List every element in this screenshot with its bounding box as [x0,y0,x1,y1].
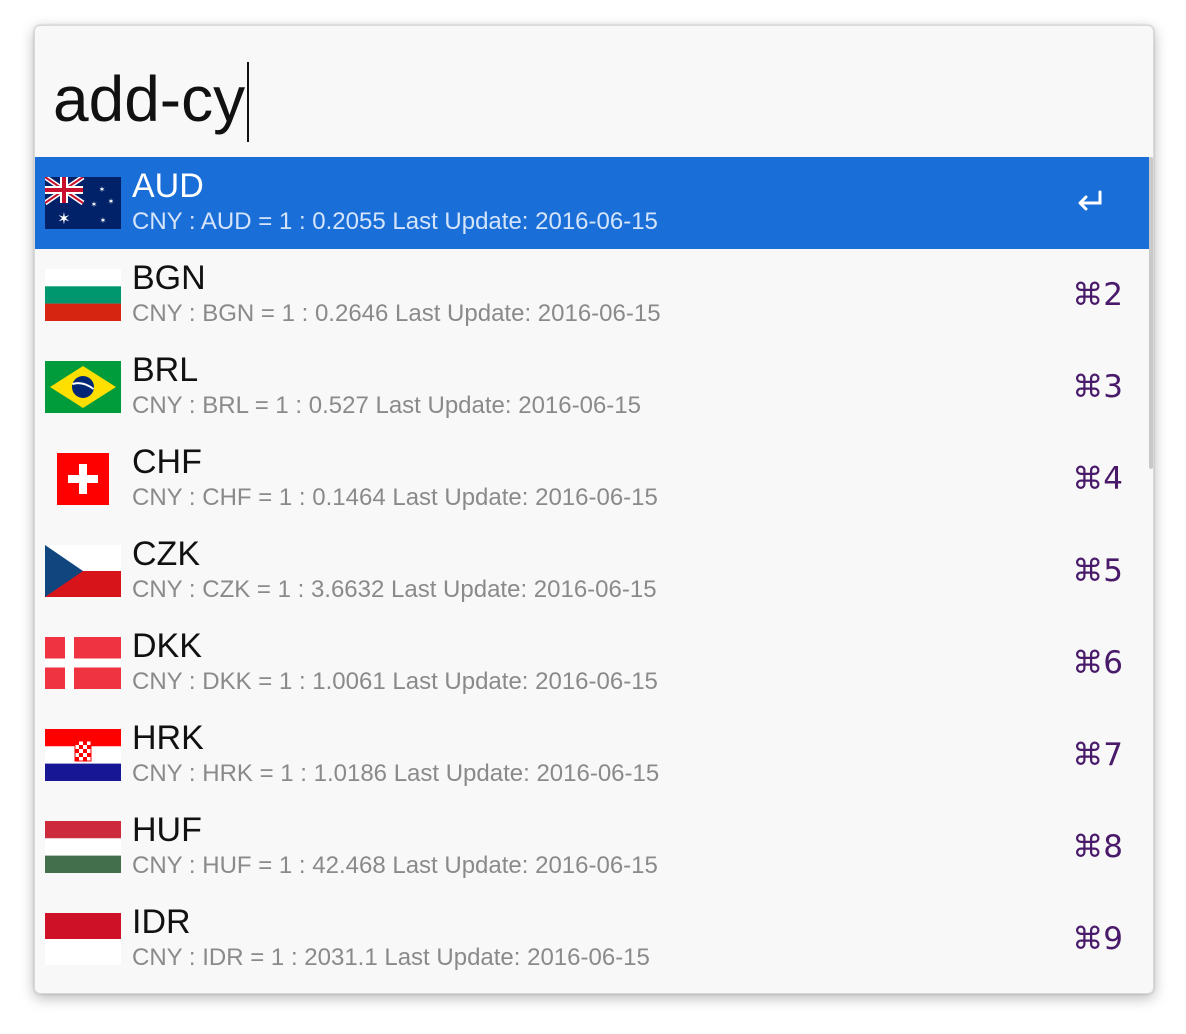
result-title: IDR [132,903,191,941]
denmark-flag-icon [45,637,121,689]
svg-text:✶: ✶ [108,197,115,206]
result-item-brl[interactable]: BRL CNY : BRL = 1 : 0.527 Last Update: 2… [35,341,1149,433]
result-title: HRK [132,719,204,757]
result-item-idr[interactable]: IDR CNY : IDR = 1 : 2031.1 Last Update: … [35,893,1149,985]
shortcut-label: ⌘7 [1072,737,1123,773]
czech-flag-icon [45,545,121,597]
result-subtitle: CNY : HUF = 1 : 42.468 Last Update: 2016… [132,852,658,879]
text-caret [247,62,250,142]
svg-text:✶: ✶ [99,185,106,194]
result-subtitle: CNY : BRL = 1 : 0.527 Last Update: 2016-… [132,392,641,419]
result-item-hrk[interactable]: HRK CNY : HRK = 1 : 1.0186 Last Update: … [35,709,1149,801]
result-item-czk[interactable]: CZK CNY : CZK = 1 : 3.6632 Last Update: … [35,525,1149,617]
result-item-chf[interactable]: CHF CNY : CHF = 1 : 0.1464 Last Update: … [35,433,1149,525]
result-subtitle: CNY : AUD = 1 : 0.2055 Last Update: 2016… [132,208,658,235]
hungary-flag-icon [45,821,121,873]
bulgaria-flag-icon [45,269,121,321]
result-title: DKK [132,627,202,665]
svg-text:✶: ✶ [91,200,98,209]
result-title: AUD [132,167,204,205]
result-item-bgn[interactable]: BGN CNY : BGN = 1 : 0.2646 Last Update: … [35,249,1149,341]
shortcut-label: ⌘2 [1072,277,1123,313]
brazil-flag-icon [45,361,121,413]
result-item-huf[interactable]: HUF CNY : HUF = 1 : 42.468 Last Update: … [35,801,1149,893]
launcher-window: add-cy ✶ ✶ ✶ ✶ ✶ AUD CNY: AUD = 1: 0.2… [34,25,1154,994]
result-title: BRL [132,351,199,389]
switzerland-flag-icon [45,453,121,505]
result-title: CHF [132,443,202,481]
shortcut-label: ⌘3 [1072,369,1123,405]
shortcut-label: ⌘8 [1072,829,1123,865]
search-bar[interactable]: add-cy [35,26,1153,157]
indonesia-flag-icon [45,913,121,965]
svg-text:✶: ✶ [100,216,107,225]
result-title: HUF [132,811,202,849]
shortcut-label: ⌘4 [1072,461,1123,497]
result-subtitle: CNY : DKK = 1 : 1.0061 Last Update: 2016… [132,668,658,695]
search-query-text: add-cy [53,63,246,135]
results-scrollbar[interactable] [1149,157,1153,469]
result-subtitle: CNY : CHF = 1 : 0.1464 Last Update: 2016… [132,484,658,511]
result-item-aud[interactable]: ✶ ✶ ✶ ✶ ✶ AUD CNY : AUD = 1 : 0.2055 Las… [35,157,1149,249]
shortcut-label: ⌘9 [1072,921,1123,957]
result-subtitle: CNY : IDR = 1 : 2031.1 Last Update: 2016… [132,944,650,971]
result-item-dkk[interactable]: DKK CNY : DKK = 1 : 1.0061 Last Update: … [35,617,1149,709]
shortcut-label: ⌘5 [1072,553,1123,589]
shortcut-label: ⌘6 [1072,645,1123,681]
result-subtitle: CNY : BGN = 1 : 0.2646 Last Update: 2016… [132,300,661,327]
result-title: CZK [132,535,200,573]
result-subtitle: CNY : CZK = 1 : 3.6632 Last Update: 2016… [132,576,657,603]
search-input[interactable]: add-cy [53,56,250,142]
result-title: BGN [132,259,206,297]
results-list: ✶ ✶ ✶ ✶ ✶ AUD CNY : AUD = 1 : 0.2055 Las… [35,157,1149,985]
result-subtitle: CNY : HRK = 1 : 1.0186 Last Update: 2016… [132,760,660,787]
australia-flag-icon: ✶ ✶ ✶ ✶ ✶ [45,177,121,229]
return-key-icon [1075,189,1105,215]
svg-text:✶: ✶ [57,209,70,228]
croatia-flag-icon [45,729,121,781]
